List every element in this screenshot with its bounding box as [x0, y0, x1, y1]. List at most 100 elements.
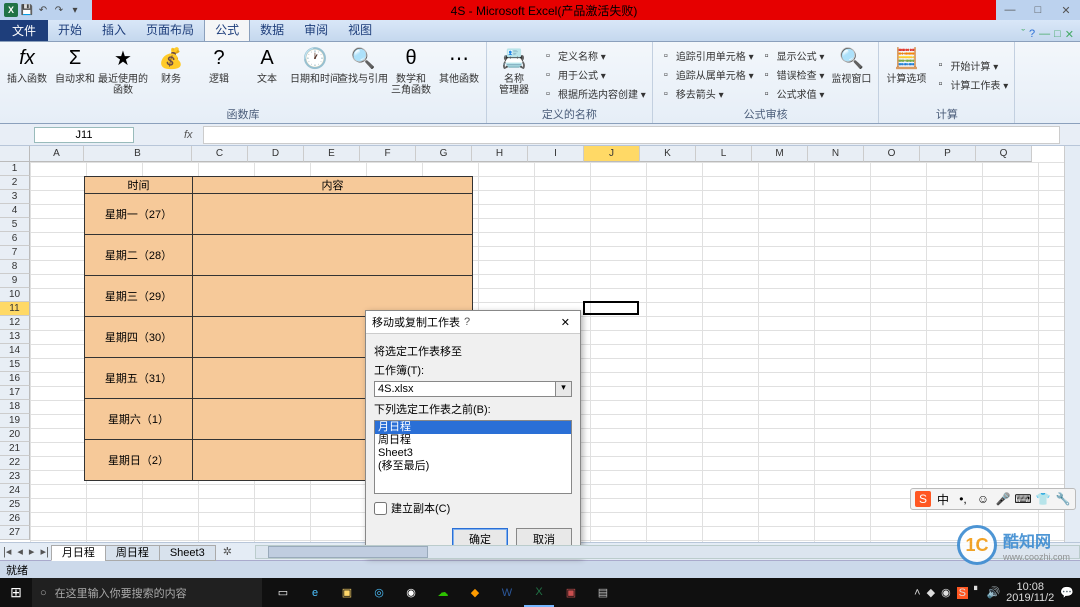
fx-icon[interactable]: fx — [184, 129, 193, 141]
workbook-combo[interactable]: ▾ — [374, 381, 572, 397]
ime-keyboard-icon[interactable]: ⌨ — [1015, 491, 1031, 507]
sheet-tab-周日程[interactable]: 周日程 — [105, 545, 160, 561]
row-header-17[interactable]: 17 — [0, 386, 30, 400]
excel-icon[interactable]: X — [4, 3, 18, 17]
scroll-thumb[interactable] — [268, 546, 428, 558]
qat-save-icon[interactable]: 💾 — [20, 3, 34, 17]
sheet-nav-prev-icon[interactable]: ◂ — [14, 545, 26, 558]
row-header-26[interactable]: 26 — [0, 512, 30, 526]
list-item[interactable]: (移至最后) — [375, 460, 571, 473]
audit-r-2[interactable]: ▫公式求值 ▾ — [760, 85, 825, 103]
col-header-F[interactable]: F — [360, 146, 416, 162]
col-header-L[interactable]: L — [696, 146, 752, 162]
help-icon[interactable]: ? — [1029, 28, 1035, 41]
row-header-11[interactable]: 11 — [0, 302, 30, 316]
app2-icon[interactable]: ▣ — [556, 578, 586, 607]
row-header-25[interactable]: 25 — [0, 498, 30, 512]
ribbon-btn-8[interactable]: θ数学和 三角函数 — [390, 44, 432, 105]
col-header-E[interactable]: E — [304, 146, 360, 162]
minimize-button[interactable]: — — [996, 0, 1024, 20]
dialog-titlebar[interactable]: 移动或复制工作表 ? ✕ — [366, 311, 580, 334]
defined-names-2[interactable]: ▫根据所选内容创建 ▾ — [541, 85, 646, 103]
qat-undo-icon[interactable]: ↶ — [36, 3, 50, 17]
audit-l-1[interactable]: ▫追踪从属单元格 ▾ — [659, 66, 754, 84]
ime-toolbox-icon[interactable]: 🔧 — [1055, 491, 1071, 507]
audit-l-2[interactable]: ▫移去箭头 ▾ — [659, 85, 754, 103]
row-header-13[interactable]: 13 — [0, 330, 30, 344]
ribbon-btn-7[interactable]: 🔍查找与引用 — [342, 44, 384, 105]
ime-emoji-icon[interactable]: ☺ — [975, 491, 991, 507]
tray-app1-icon[interactable]: ◆ — [927, 586, 935, 599]
browser-icon[interactable]: ◎ — [364, 578, 394, 607]
sheet-nav-first-icon[interactable]: |◂ — [0, 545, 14, 558]
word-icon[interactable]: W — [492, 578, 522, 607]
defined-names-1[interactable]: ▫用于公式 ▾ — [541, 66, 646, 84]
doc-minimize-icon[interactable]: — — [1039, 28, 1050, 41]
row-header-23[interactable]: 23 — [0, 470, 30, 484]
row-header-1[interactable]: 1 — [0, 162, 30, 176]
row-header-10[interactable]: 10 — [0, 288, 30, 302]
ribbon-btn-4[interactable]: ?逻辑 — [198, 44, 240, 105]
ime-lang-label[interactable]: 中 — [935, 491, 951, 507]
row-header-2[interactable]: 2 — [0, 176, 30, 190]
maximize-button[interactable]: □ — [1024, 0, 1052, 20]
ribbon-tab-视图[interactable]: 视图 — [338, 18, 382, 41]
row-header-14[interactable]: 14 — [0, 344, 30, 358]
workbook-combo-input[interactable] — [374, 381, 556, 397]
chrome-icon[interactable]: ◉ — [396, 578, 426, 607]
ime-skin-icon[interactable]: 👕 — [1035, 491, 1051, 507]
row-header-5[interactable]: 5 — [0, 218, 30, 232]
row-header-9[interactable]: 9 — [0, 274, 30, 288]
sheet-nav-next-icon[interactable]: ▸ — [26, 545, 38, 558]
excel-running-icon[interactable]: X — [524, 578, 554, 607]
list-item[interactable]: Sheet3 — [375, 447, 571, 460]
list-item[interactable]: 月日程 — [375, 421, 571, 434]
col-header-H[interactable]: H — [472, 146, 528, 162]
row-header-8[interactable]: 8 — [0, 260, 30, 274]
app-icon[interactable]: ◆ — [460, 578, 490, 607]
row-header-18[interactable]: 18 — [0, 400, 30, 414]
col-header-J[interactable]: J — [584, 146, 640, 162]
create-copy-checkbox[interactable]: 建立副本(C) — [374, 500, 572, 516]
sheet-tab-月日程[interactable]: 月日程 — [51, 545, 106, 561]
qat-redo-icon[interactable]: ↷ — [52, 3, 66, 17]
ime-punct-icon[interactable]: •, — [955, 491, 971, 507]
tray-app2-icon[interactable]: ◉ — [941, 586, 951, 599]
tray-volume-icon[interactable]: 🔊 — [986, 586, 1000, 599]
tray-network-icon[interactable]: 🬀 — [974, 586, 980, 599]
ribbon-btn-3[interactable]: 💰财务 — [150, 44, 192, 105]
audit-l-0[interactable]: ▫追踪引用单元格 ▾ — [659, 47, 754, 65]
sheet-listbox[interactable]: 月日程周日程Sheet3(移至最后) — [374, 420, 572, 494]
file-tab[interactable]: 文件 — [0, 19, 48, 41]
create-copy-check-input[interactable] — [374, 502, 387, 515]
ribbon-tab-开始[interactable]: 开始 — [48, 18, 92, 41]
ime-mic-icon[interactable]: 🎤 — [995, 491, 1011, 507]
wechat-icon[interactable]: ☁ — [428, 578, 458, 607]
ribbon-tab-插入[interactable]: 插入 — [92, 18, 136, 41]
task-view-icon[interactable]: ▭ — [268, 578, 298, 607]
dialog-close-icon[interactable]: ✕ — [557, 316, 574, 329]
calc-0[interactable]: ▫开始计算 ▾ — [933, 56, 1008, 74]
list-item[interactable]: 周日程 — [375, 434, 571, 447]
col-header-G[interactable]: G — [416, 146, 472, 162]
ribbon-btn-0[interactable]: fx插入函数 — [6, 44, 48, 105]
watch-window-button[interactable]: 🔍 监视窗口 — [830, 44, 872, 105]
defined-names-0[interactable]: ▫定义名称 ▾ — [541, 47, 646, 65]
col-header-B[interactable]: B — [84, 146, 192, 162]
col-header-M[interactable]: M — [752, 146, 808, 162]
new-sheet-icon[interactable]: ✲ — [220, 545, 235, 558]
sheet-nav-last-icon[interactable]: ▸| — [37, 545, 51, 558]
vertical-scrollbar[interactable] — [1064, 146, 1080, 542]
col-header-O[interactable]: O — [864, 146, 920, 162]
col-header-C[interactable]: C — [192, 146, 248, 162]
start-button[interactable]: ⊞ — [0, 578, 32, 607]
doc-restore-icon[interactable]: □ — [1054, 28, 1061, 41]
tray-ime-icon[interactable]: S — [957, 587, 968, 599]
chevron-down-icon[interactable]: ▾ — [556, 381, 572, 397]
ime-logo-icon[interactable]: S — [915, 491, 931, 507]
taskbar-search[interactable]: ○ 在这里输入你要搜索的内容 — [32, 578, 262, 607]
formula-input[interactable] — [203, 126, 1060, 144]
doc-close-icon[interactable]: ✕ — [1065, 28, 1074, 41]
qat-customize-icon[interactable]: ▾ — [68, 3, 82, 17]
ribbon-btn-1[interactable]: Σ自动求和 — [54, 44, 96, 105]
